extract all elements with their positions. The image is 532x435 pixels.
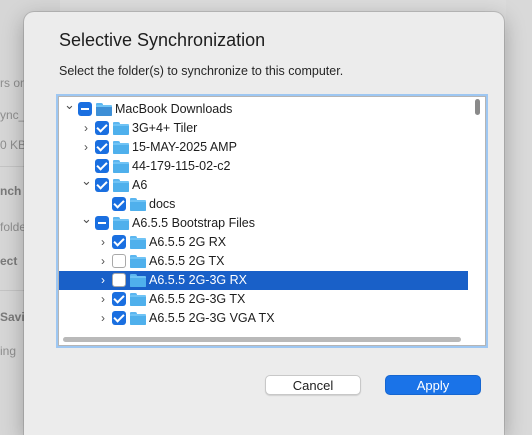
background-text: ync_ bbox=[0, 108, 26, 122]
folder-checkbox[interactable] bbox=[112, 235, 126, 249]
folder-icon bbox=[113, 179, 129, 192]
selective-sync-dialog: Selective Synchronization Select the fol… bbox=[24, 12, 504, 435]
folder-checkbox[interactable] bbox=[112, 273, 126, 287]
tree-row[interactable]: › A6.5.5 2G-3G RX bbox=[59, 271, 468, 290]
horizontal-scrollbar[interactable] bbox=[63, 337, 461, 342]
tree-row[interactable]: 44-179-115-02-c2 bbox=[59, 157, 468, 176]
folder-label: 44-179-115-02-c2 bbox=[132, 159, 231, 173]
chevron-down-icon[interactable]: ⌄ bbox=[64, 98, 75, 112]
folder-icon bbox=[113, 141, 129, 154]
folder-checkbox[interactable] bbox=[112, 311, 126, 325]
background-text: nch bbox=[0, 184, 22, 198]
folder-icon bbox=[113, 122, 129, 135]
folder-tree[interactable]: › A6.5.5 2G-3G VGA TX › A6.5.5 2G-3G TX › A6.… bbox=[58, 96, 486, 346]
background-text: Savi bbox=[0, 310, 25, 324]
folder-icon bbox=[130, 255, 146, 268]
background-text: rs on bbox=[0, 76, 27, 90]
folder-checkbox[interactable] bbox=[95, 140, 109, 154]
folder-checkbox[interactable] bbox=[112, 254, 126, 268]
folder-label: docs bbox=[149, 197, 176, 211]
folder-label: A6.5.5 2G-3G TX bbox=[149, 292, 246, 306]
cancel-button[interactable]: Cancel bbox=[265, 375, 361, 395]
folder-label: A6.5.5 2G TX bbox=[149, 254, 225, 268]
tree-row[interactable]: ⌄ A6.5.5 Bootstrap Files bbox=[59, 212, 468, 233]
tree-row[interactable]: › A6.5.5 2G TX bbox=[59, 252, 468, 271]
tree-row[interactable]: › A6.5.5 2G-3G TX bbox=[59, 290, 468, 309]
folder-label: A6.5.5 2G-3G VGA TX bbox=[149, 311, 275, 325]
chevron-right-icon[interactable]: › bbox=[98, 311, 108, 325]
background-text: ing bbox=[0, 344, 17, 358]
folder-checkbox[interactable] bbox=[95, 178, 109, 192]
folder-checkbox[interactable] bbox=[95, 216, 109, 230]
chevron-right-icon[interactable]: › bbox=[98, 292, 108, 306]
folder-label: A6.5.5 Bootstrap Files bbox=[132, 216, 255, 230]
tree-row[interactable]: ⌄ A6 bbox=[59, 174, 468, 195]
folder-label: MacBook Downloads bbox=[115, 102, 233, 116]
folder-icon bbox=[130, 312, 146, 325]
folder-label: 15-MAY-2025 AMP bbox=[132, 140, 237, 154]
folder-icon bbox=[96, 103, 112, 116]
tree-row[interactable]: › A6.5.5 2G-3G VGA TX bbox=[59, 309, 468, 328]
folder-label: A6.5.5 2G-3G RX bbox=[149, 273, 247, 287]
folder-checkbox[interactable] bbox=[78, 102, 92, 116]
dialog-title: Selective Synchronization bbox=[59, 30, 266, 50]
vertical-scrollbar[interactable] bbox=[475, 99, 480, 115]
folder-checkbox[interactable] bbox=[112, 197, 126, 211]
folder-icon bbox=[130, 236, 146, 249]
chevron-right-icon[interactable]: › bbox=[98, 273, 108, 287]
folder-checkbox[interactable] bbox=[95, 121, 109, 135]
chevron-right-icon[interactable]: › bbox=[98, 235, 108, 249]
apply-button[interactable]: Apply bbox=[385, 375, 481, 395]
chevron-right-icon[interactable]: › bbox=[81, 121, 91, 135]
chevron-right-icon[interactable]: › bbox=[98, 254, 108, 268]
folder-checkbox[interactable] bbox=[112, 292, 126, 306]
dialog-subtitle: Select the folder(s) to synchronize to t… bbox=[59, 64, 344, 78]
chevron-down-icon[interactable]: ⌄ bbox=[81, 174, 92, 188]
chevron-down-icon[interactable]: ⌄ bbox=[81, 212, 92, 226]
background-text: folde bbox=[0, 220, 27, 234]
tree-row[interactable]: › 15-MAY-2025 AMP bbox=[59, 138, 468, 157]
folder-label: A6 bbox=[132, 178, 148, 192]
folder-icon bbox=[130, 274, 146, 287]
tree-row[interactable]: › A6.5.5 2G RX bbox=[59, 233, 468, 252]
background-text: ect bbox=[0, 254, 18, 268]
folder-icon bbox=[113, 160, 129, 173]
folder-icon bbox=[130, 198, 146, 211]
folder-label: 3G+4+ Tiler bbox=[132, 121, 198, 135]
folder-checkbox[interactable] bbox=[95, 159, 109, 173]
background-window-right bbox=[506, 0, 532, 435]
tree-row[interactable]: › 3G+4+ Tiler bbox=[59, 119, 468, 138]
folder-label: A6.5.5 2G RX bbox=[149, 235, 227, 249]
chevron-right-icon[interactable]: › bbox=[81, 140, 91, 154]
folder-icon bbox=[130, 293, 146, 306]
tree-row[interactable]: docs bbox=[59, 195, 468, 214]
folder-icon bbox=[113, 217, 129, 230]
tree-row[interactable]: ⌄ MacBook Downloads bbox=[59, 98, 468, 119]
background-text: 0 KB bbox=[0, 138, 27, 152]
